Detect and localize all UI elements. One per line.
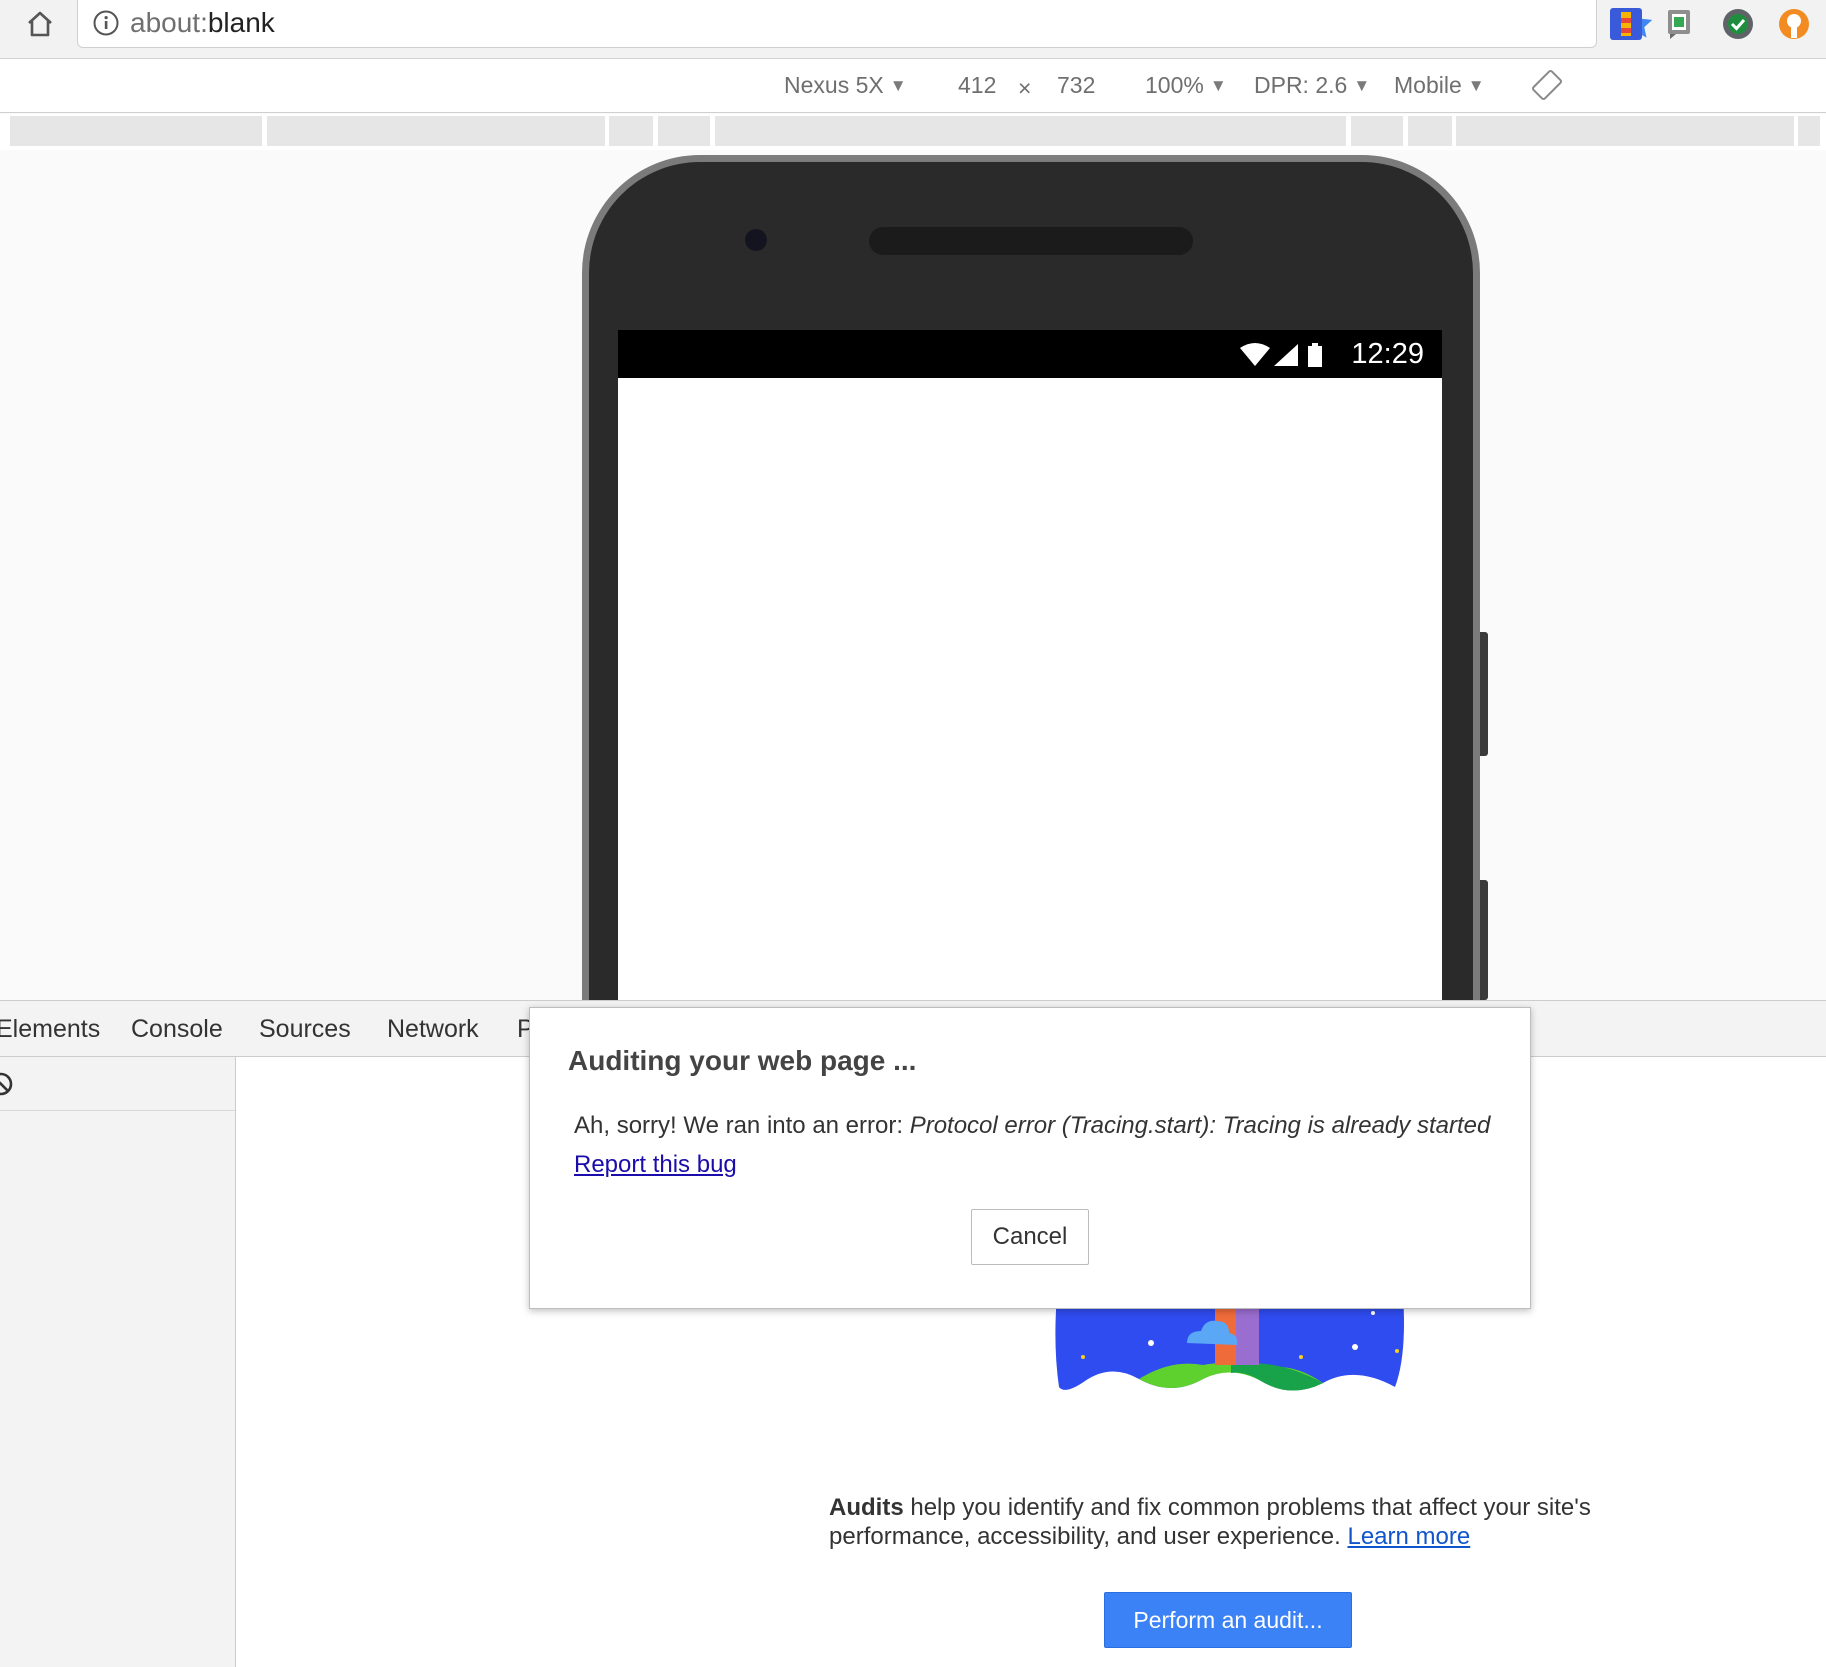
tab-console[interactable]: Console [131, 1014, 223, 1044]
dialog-error-message: Ah, sorry! We ran into an error: Protoco… [574, 1111, 1490, 1141]
sidebar-toolbar [0, 1057, 235, 1111]
chevron-down-icon: ▼ [1467, 76, 1485, 95]
error-prefix: Ah, sorry! We ran into an error: [574, 1112, 910, 1139]
width-input[interactable]: 412 [958, 72, 996, 99]
dimension-separator: × [1018, 75, 1032, 101]
wifi-icon [1240, 343, 1270, 366]
device-select[interactable]: Nexus 5X ▼ [784, 72, 907, 101]
report-bug-link[interactable]: Report this bug [574, 1150, 737, 1180]
lighthouse-ext-icon[interactable] [1608, 6, 1644, 42]
url-scheme: about: [130, 7, 208, 38]
device-toolbar: Nexus 5X ▼ 412 × 732 100% ▼ DPR: 2.6 ▼ Mobi… [0, 59, 1826, 113]
info-icon[interactable] [92, 9, 120, 37]
media-query-ruler [0, 114, 1826, 150]
speaker [869, 227, 1193, 255]
height-input[interactable]: 732 [1057, 72, 1095, 99]
status-icons [1238, 340, 1328, 370]
tab-elements[interactable]: Elements [0, 1014, 100, 1044]
device-screen[interactable]: 12:29 [618, 330, 1442, 1010]
audits-sidebar [0, 1057, 236, 1667]
tab-sources[interactable]: Sources [259, 1014, 351, 1044]
browser-toolbar: about:blank [0, 0, 1826, 59]
device-label: Nexus 5X [784, 72, 884, 98]
ruler-segment[interactable] [1456, 116, 1794, 146]
url-text[interactable]: about:blank [130, 6, 275, 40]
signal-icon [1274, 344, 1298, 366]
audits-description: Audits help you identify and fix common … [829, 1493, 1649, 1551]
chevron-down-icon: ▼ [1353, 76, 1371, 95]
zoom-label: 100% [1145, 72, 1204, 98]
lighthouse-illustration [1055, 1295, 1405, 1405]
ruler-segment[interactable] [1351, 116, 1403, 146]
dpr-label: DPR: 2.6 [1254, 72, 1348, 98]
perform-audit-button[interactable]: Perform an audit... [1104, 1592, 1352, 1648]
cancel-button[interactable]: Cancel [971, 1209, 1089, 1265]
ruler-segment[interactable] [10, 116, 262, 146]
status-bar: 12:29 [618, 330, 1442, 378]
ruler-segment[interactable] [658, 116, 710, 146]
battery-icon [1308, 346, 1322, 367]
camera [745, 229, 767, 251]
ruler-segment[interactable] [1408, 116, 1452, 146]
ruler-segment[interactable] [1798, 116, 1820, 146]
audits-text: help you identify and fix common problem… [829, 1494, 1591, 1550]
security-ext-icon[interactable] [1776, 6, 1812, 42]
url-path: blank [207, 7, 275, 38]
side-button [1480, 880, 1488, 1000]
status-clock: 12:29 [1351, 338, 1424, 370]
zoom-select[interactable]: 100% ▼ [1145, 72, 1227, 101]
clear-icon[interactable] [0, 1071, 14, 1097]
translate-ext-icon[interactable] [1662, 6, 1698, 42]
ruler-segment[interactable] [609, 116, 653, 146]
learn-more-link[interactable]: Learn more [1347, 1523, 1470, 1550]
mode-select[interactable]: Mobile ▼ [1394, 72, 1485, 101]
mode-label: Mobile [1394, 72, 1462, 98]
error-detail: Protocol error (Tracing.start): Tracing … [909, 1112, 1491, 1139]
chevron-down-icon: ▼ [1209, 76, 1227, 95]
check-ext-icon[interactable] [1720, 6, 1756, 42]
dpr-select[interactable]: DPR: 2.6 ▼ [1254, 72, 1370, 101]
rotate-icon[interactable] [1531, 69, 1563, 101]
audit-error-dialog: Auditing your web page ... Ah, sorry! We… [529, 1007, 1531, 1309]
audits-bold-label: Audits [829, 1494, 904, 1521]
dialog-title: Auditing your web page ... [568, 1045, 917, 1076]
side-button [1480, 632, 1488, 756]
ruler-segment[interactable] [267, 116, 605, 146]
address-bar[interactable]: about:blank [77, 0, 1653, 48]
chevron-down-icon: ▼ [889, 76, 907, 95]
ruler-segment[interactable] [715, 116, 1346, 146]
tab-network[interactable]: Network [387, 1014, 479, 1044]
home-icon[interactable] [20, 6, 60, 42]
